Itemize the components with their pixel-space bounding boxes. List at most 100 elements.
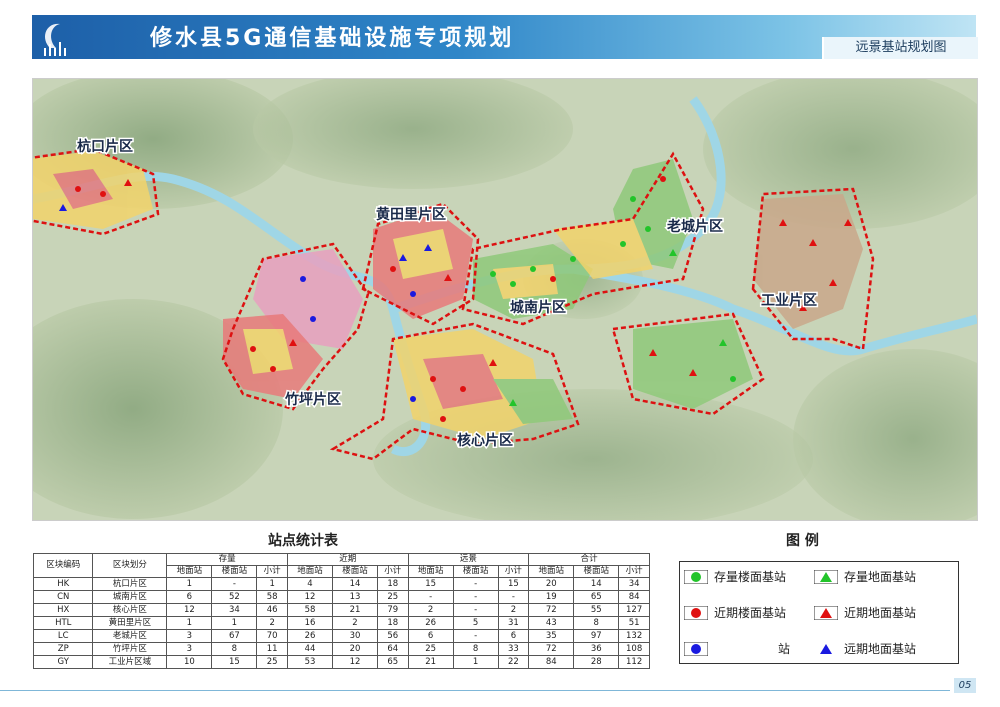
table-cell: HK xyxy=(32,577,94,591)
table-cell: 26 xyxy=(286,629,333,643)
table-cell: - xyxy=(452,603,499,617)
table-cell: 36 xyxy=(573,642,620,656)
district-label: 竹坪片区 xyxy=(284,391,341,408)
header-cell: 存量 xyxy=(166,553,288,566)
green-triangle-icon xyxy=(814,569,838,584)
table-cell: 21 xyxy=(331,603,379,617)
subheader-cell: 楼面站 xyxy=(573,565,620,578)
page-title: 修水县5G通信基础设施专项规划 xyxy=(150,26,515,51)
blue-circle-icon xyxy=(684,641,708,656)
table-cell: 30 xyxy=(331,629,379,643)
subheader-cell: 小计 xyxy=(377,565,409,578)
table-cell: 18 xyxy=(377,616,409,630)
district-label: 核心片区 xyxy=(457,432,513,449)
table-cell: 44 xyxy=(286,642,333,656)
table-cell: 25 xyxy=(256,655,288,669)
table-cell: 43 xyxy=(528,616,575,630)
table-cell: 19 xyxy=(528,590,575,604)
legend-box: 存量楼面基站 存量地面基站 近期楼面基站 近期地面基站 站 远期地面基站 xyxy=(679,561,959,664)
table-cell: 25 xyxy=(377,590,409,604)
table-cell: 26 xyxy=(407,616,454,630)
table-cell: - xyxy=(211,577,258,591)
stats-title: 站点统计表 xyxy=(268,533,338,549)
table-cell: 22 xyxy=(497,655,530,669)
table-cell: 58 xyxy=(286,603,333,617)
table-cell: 竹坪片区 xyxy=(92,642,168,656)
table-cell: CN xyxy=(32,590,94,604)
header-cell: 区块划分 xyxy=(92,553,168,578)
table-cell: 工业片区域 xyxy=(92,655,168,669)
footer-line xyxy=(0,690,950,691)
green-circle-icon xyxy=(684,569,708,584)
table-row: ZP 竹坪片区 3 8 11 44 20 64 25 8 33 72 36 108 xyxy=(32,642,650,656)
table-cell: 65 xyxy=(377,655,409,669)
table-cell: - xyxy=(452,590,499,604)
table-cell: 64 xyxy=(377,642,409,656)
header-cell: 远景 xyxy=(407,553,530,566)
table-cell: 2 xyxy=(407,603,454,617)
table-cell: 84 xyxy=(528,655,575,669)
table-cell: 8 xyxy=(573,616,620,630)
table-cell: 28 xyxy=(573,655,620,669)
district-label: 城南片区 xyxy=(510,299,566,316)
table-cell: 核心片区 xyxy=(92,603,168,617)
legend-item: 远期地面基站 xyxy=(814,640,916,657)
subheader-cell: 楼面站 xyxy=(331,565,379,578)
table-cell: 14 xyxy=(573,577,620,591)
table-cell: 6 xyxy=(166,590,213,604)
table-cell: 10 xyxy=(166,655,213,669)
table-cell: 12 xyxy=(331,655,379,669)
table-cell: 3 xyxy=(166,642,213,656)
table-cell: 2 xyxy=(497,603,530,617)
table-cell: 1 xyxy=(452,655,499,669)
header-cell: 区块编码 xyxy=(32,553,94,578)
table-cell: 46 xyxy=(256,603,288,617)
table-cell: 1 xyxy=(166,577,213,591)
legend-item: 近期楼面基站 xyxy=(684,604,786,621)
table-cell: 1 xyxy=(166,616,213,630)
table-row: HK 杭口片区 1-1 4 14 18 15-15 20 14 34 xyxy=(32,577,650,591)
table-cell: 13 xyxy=(331,590,379,604)
table-cell: 55 xyxy=(573,603,620,617)
header-cell: 近期 xyxy=(286,553,409,566)
table-cell: 67 xyxy=(211,629,258,643)
legend-label: 远期地面基站 xyxy=(844,642,917,656)
table-cell: 杭口片区 xyxy=(92,577,168,591)
logo-icon xyxy=(44,23,66,56)
table-cell: 70 xyxy=(256,629,288,643)
page-number: 05 xyxy=(954,678,976,693)
blue-triangle-icon xyxy=(820,643,832,654)
table-cell: 127 xyxy=(618,603,650,617)
subheader-cell: 小计 xyxy=(497,565,530,578)
table-cell: 108 xyxy=(618,642,650,656)
header-cell: 合计 xyxy=(528,553,650,566)
table-cell: 5 xyxy=(452,616,499,630)
table-cell: 15 xyxy=(497,577,530,591)
table-cell: 112 xyxy=(618,655,650,669)
table-cell: 12 xyxy=(286,590,333,604)
table-cell: 2 xyxy=(331,616,379,630)
table-cell: 黄田里片区 xyxy=(92,616,168,630)
table-cell: HX xyxy=(32,603,94,617)
table-cell: 25 xyxy=(407,642,454,656)
table-cell: 35 xyxy=(528,629,575,643)
table-cell: - xyxy=(497,590,530,604)
table-cell: 20 xyxy=(528,577,575,591)
table-cell: 72 xyxy=(528,642,575,656)
subheader-cell: 小计 xyxy=(618,565,650,578)
table-cell: 97 xyxy=(573,629,620,643)
table-cell: 老城片区 xyxy=(92,629,168,643)
table-cell: 132 xyxy=(618,629,650,643)
table-cell: 8 xyxy=(452,642,499,656)
table-cell: ZP xyxy=(32,642,94,656)
table-cell: 14 xyxy=(331,577,379,591)
table-cell: 31 xyxy=(497,616,530,630)
red-triangle-icon xyxy=(814,605,838,620)
legend-label: 近期楼面基站 xyxy=(714,606,787,620)
table-cell: 6 xyxy=(407,629,454,643)
legend-item: 站 xyxy=(684,640,790,657)
table-cell: GY xyxy=(32,655,94,669)
legend-item: 存量地面基站 xyxy=(814,568,916,585)
legend-item: 存量楼面基站 xyxy=(684,568,786,585)
table-cell: 56 xyxy=(377,629,409,643)
